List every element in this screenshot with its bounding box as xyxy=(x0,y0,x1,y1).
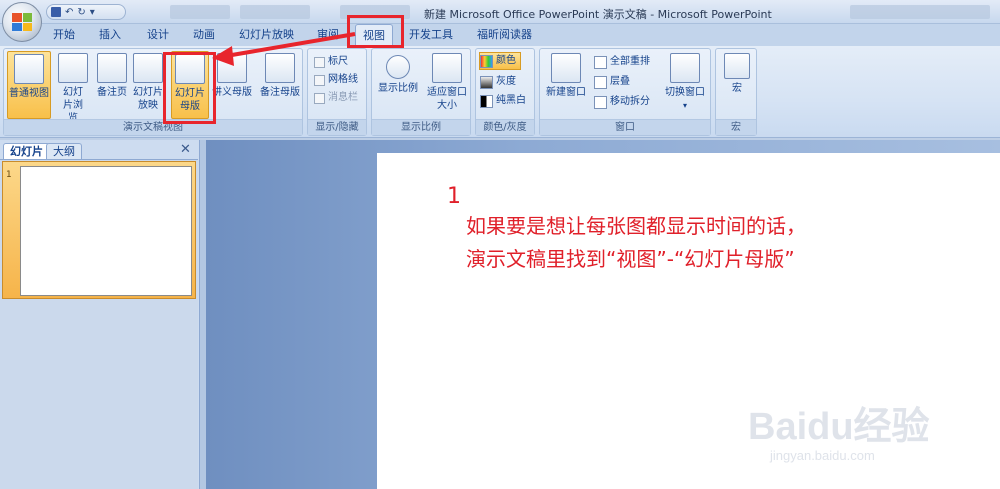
message-bar-checkbox[interactable]: 消息栏 xyxy=(314,89,358,107)
grayscale-label: 灰度 xyxy=(496,76,516,87)
notes-page-label: 备注页 xyxy=(97,87,127,98)
watermark-url: jingyan.baidu.com xyxy=(770,448,875,463)
switch-window-label: 切换窗口 xyxy=(665,87,705,98)
normal-view-button[interactable]: 普通视图 xyxy=(7,51,51,119)
switch-window-icon xyxy=(670,53,700,83)
notes-page-icon xyxy=(97,53,127,83)
macro-label: 宏 xyxy=(732,83,742,94)
slide-step-number: 1 xyxy=(447,184,461,209)
macro-button[interactable]: 宏 xyxy=(718,51,756,119)
notes-master-label: 备注母版 xyxy=(260,87,300,98)
group-label-zoom: 显示比例 xyxy=(372,119,470,135)
new-window-icon xyxy=(551,53,581,83)
slide-text-line-1: 如果要是想让每张图都显示时间的话， xyxy=(466,214,806,238)
group-zoom: 显示比例 适应窗口大小 显示比例 xyxy=(371,48,471,136)
arrange-all-icon xyxy=(594,55,607,69)
ribbon-tabs: 开始 插入 设计 动画 幻灯片放映 审阅 视图 开发工具 福昕阅读器 xyxy=(0,24,1000,46)
fit-window-label: 适应窗口大小 xyxy=(427,87,467,111)
watermark-logo: Baidu经验 xyxy=(748,406,930,448)
notes-page-button[interactable]: 备注页 xyxy=(92,51,132,119)
blurred-tab xyxy=(240,5,310,19)
group-label-window: 窗口 xyxy=(540,119,710,135)
new-window-label: 新建窗口 xyxy=(546,87,586,98)
gridlines-label: 网格线 xyxy=(328,74,358,85)
office-logo-icon xyxy=(12,13,32,31)
slideshow-label: 幻灯片放映 xyxy=(133,87,163,111)
pure-bw-button[interactable]: 纯黑白 xyxy=(480,92,526,110)
slide-text-line-2: 演示文稿里找到“视图”-“幻灯片母版” xyxy=(466,247,795,271)
fit-window-button[interactable]: 适应窗口大小 xyxy=(424,51,470,119)
move-split-icon xyxy=(594,95,607,109)
group-label-views: 演示文稿视图 xyxy=(4,119,302,135)
window-title: 新建 Microsoft Office PowerPoint 演示文稿 - Mi… xyxy=(424,8,772,21)
gridlines-check[interactable] xyxy=(314,74,325,86)
slideshow-button[interactable]: 幻灯片放映 xyxy=(128,51,168,119)
cascade-button[interactable]: 层叠 xyxy=(594,73,630,91)
gridlines-checkbox[interactable]: 网格线 xyxy=(314,71,358,89)
red-arrow-icon xyxy=(212,32,356,66)
group-color-grayscale: 颜色 灰度 纯黑白 颜色/灰度 xyxy=(475,48,535,136)
normal-view-icon xyxy=(14,54,44,84)
grayscale-button[interactable]: 灰度 xyxy=(480,73,516,91)
group-label-color: 颜色/灰度 xyxy=(476,119,534,135)
close-panel-icon[interactable]: ✕ xyxy=(180,142,191,157)
message-bar-check[interactable] xyxy=(314,92,325,104)
macro-icon xyxy=(724,53,750,79)
blurred-tab xyxy=(170,5,230,19)
message-bar-label: 消息栏 xyxy=(328,92,358,103)
quick-access-toolbar: ↶ ↻ ▾ xyxy=(46,4,126,20)
cascade-label: 层叠 xyxy=(610,76,630,87)
undo-icon[interactable]: ↶ xyxy=(65,7,73,18)
tab-design[interactable]: 设计 xyxy=(140,24,176,45)
slideshow-icon xyxy=(133,53,163,83)
arrange-all-button[interactable]: 全部重排 xyxy=(594,53,650,71)
highlight-slide-master xyxy=(163,52,216,124)
title-bar: ↶ ↻ ▾ 新建 Microsoft Office PowerPoint 演示文… xyxy=(0,0,1000,24)
slide-thumbnail[interactable] xyxy=(20,166,192,296)
group-macro: 宏 宏 xyxy=(715,48,757,136)
blurred-tab xyxy=(850,5,990,19)
office-button[interactable] xyxy=(2,2,42,42)
tab-insert[interactable]: 插入 xyxy=(92,24,128,45)
grayscale-icon xyxy=(480,75,493,89)
qat-more-icon[interactable]: ▾ xyxy=(90,7,95,18)
tab-slides[interactable]: 幻灯片 xyxy=(3,143,50,159)
move-split-label: 移动拆分 xyxy=(610,96,650,107)
move-split-button[interactable]: 移动拆分 xyxy=(594,93,650,111)
redo-icon[interactable]: ↻ xyxy=(77,7,85,18)
magnifier-icon xyxy=(386,55,410,79)
new-window-button[interactable]: 新建窗口 xyxy=(542,51,590,119)
pure-bw-icon xyxy=(480,94,493,108)
tab-home[interactable]: 开始 xyxy=(46,24,82,45)
dropdown-arrow-icon: ▾ xyxy=(682,101,687,110)
fit-window-icon xyxy=(432,53,462,83)
zoom-button[interactable]: 显示比例 xyxy=(374,51,422,119)
color-label: 颜色 xyxy=(496,55,516,66)
normal-view-label: 普通视图 xyxy=(9,88,49,99)
slide-sorter-button[interactable]: 幻灯片浏览 xyxy=(53,51,93,124)
group-label-macro: 宏 xyxy=(716,119,756,135)
color-swatch-icon xyxy=(480,54,493,68)
ribbon: 普通视图 幻灯片浏览 备注页 幻灯片放映 幻灯片母版 讲义母版 备注母版 演示文… xyxy=(0,46,1000,138)
tab-foxit[interactable]: 福昕阅读器 xyxy=(470,24,539,45)
group-label-show-hide: 显示/隐藏 xyxy=(308,119,366,135)
tab-outline[interactable]: 大纲 xyxy=(46,143,82,159)
group-window: 新建窗口 全部重排 层叠 移动拆分 切换窗口 ▾ 窗口 xyxy=(539,48,711,136)
tab-developer[interactable]: 开发工具 xyxy=(402,24,460,45)
slide-thumb-number: 1 xyxy=(6,170,12,180)
pure-bw-label: 纯黑白 xyxy=(496,95,526,106)
color-button[interactable]: 颜色 xyxy=(479,52,521,70)
save-icon[interactable] xyxy=(51,7,61,17)
zoom-label: 显示比例 xyxy=(378,83,418,94)
cascade-icon xyxy=(594,75,607,89)
arrange-all-label: 全部重排 xyxy=(610,56,650,67)
switch-window-button[interactable]: 切换窗口 ▾ xyxy=(660,51,710,119)
slide-sorter-icon xyxy=(58,53,88,83)
